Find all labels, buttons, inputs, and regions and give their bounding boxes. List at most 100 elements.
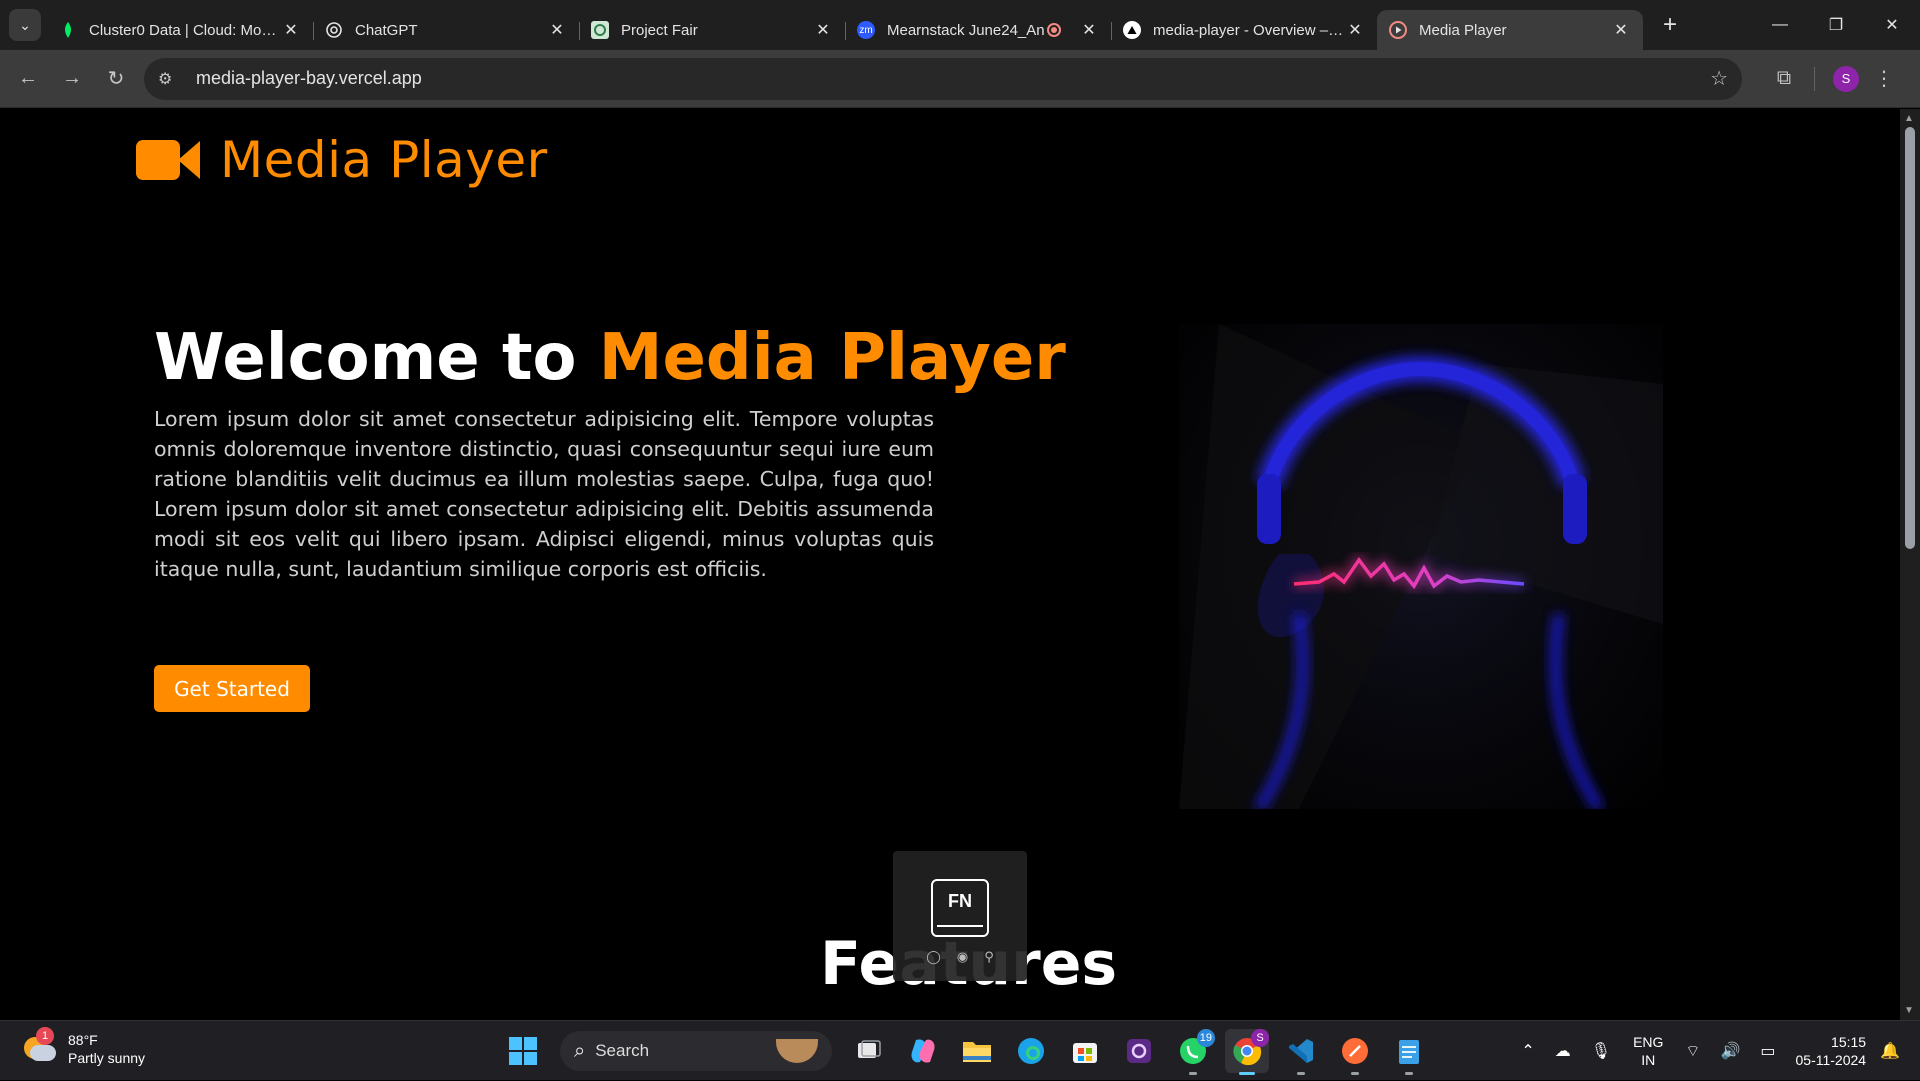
window-close-icon[interactable]: ✕ [1864, 0, 1920, 50]
chrome-icon[interactable]: S [1225, 1029, 1269, 1075]
chrome-profile-badge: S [1251, 1029, 1269, 1047]
taskbar-apps: ⌕ Search 19 S [496, 1029, 1436, 1075]
tab-chatgpt[interactable]: ChatGPT ✕ [313, 10, 579, 50]
close-icon[interactable]: ✕ [1611, 20, 1631, 40]
fn-key-overlay: FN ◯ ◉ ⚲ [893, 851, 1027, 981]
new-tab-button[interactable]: + [1655, 11, 1685, 39]
profile-avatar[interactable]: S [1833, 65, 1859, 92]
search-placeholder: Search [595, 1041, 650, 1060]
search-highlight-icon [776, 1039, 818, 1063]
url-text[interactable]: media-player-bay.vercel.app [196, 68, 1710, 89]
vercel-triangle-icon [1123, 21, 1141, 39]
tab-search-button[interactable]: ⌄ [9, 9, 41, 41]
fn-key-icon: FN [931, 879, 989, 937]
hero-description: Lorem ipsum dolor sit amet consectetur a… [154, 407, 934, 581]
notification-badge: 1 [36, 1027, 54, 1045]
scroll-thumb[interactable] [1905, 127, 1915, 549]
back-icon[interactable]: ← [6, 57, 50, 101]
scroll-up-icon[interactable]: ▲ [1904, 113, 1914, 124]
media-player-icon [1389, 21, 1407, 39]
comment-icon: ◯ [926, 949, 941, 964]
tab-title: Project Fair [621, 21, 698, 39]
running-indicator [1405, 1072, 1413, 1075]
close-icon[interactable]: ✕ [281, 20, 301, 40]
more-menu-icon[interactable]: ⋮ [1869, 66, 1899, 91]
scroll-down-icon[interactable]: ▼ [1904, 1005, 1914, 1016]
window-controls: — ❐ ✕ [1752, 0, 1920, 50]
close-icon[interactable]: ✕ [813, 20, 833, 40]
close-icon[interactable]: ✕ [1345, 20, 1365, 40]
onedrive-cloud-icon[interactable]: ☁ [1555, 1041, 1571, 1061]
tab-title: Cluster0 Data | Cloud: MongoDB Cloud [89, 21, 281, 39]
close-icon[interactable]: ✕ [547, 20, 567, 40]
tab-media-player[interactable]: Media Player ✕ [1377, 10, 1643, 50]
tab-project-fair[interactable]: Project Fair ✕ [579, 10, 845, 50]
whatsapp-badge: 19 [1196, 1029, 1215, 1047]
copilot-icon[interactable] [901, 1029, 945, 1073]
bookmark-star-icon[interactable]: ☆ [1710, 66, 1728, 91]
pin-icon: ⚲ [984, 949, 994, 964]
site-info-icon[interactable]: ⚙ [158, 69, 182, 89]
vscode-icon[interactable] [1279, 1029, 1323, 1075]
chatgpt-icon [325, 21, 343, 39]
chevron-up-icon[interactable]: ⌃ [1521, 1041, 1534, 1061]
tabs-container: Cluster0 Data | Cloud: MongoDB Cloud ✕ C… [47, 0, 1643, 50]
weather-temp: 88°F [68, 1032, 98, 1048]
tab-zoom-meeting[interactable]: zm Mearnstack June24_An ✕ [845, 10, 1111, 50]
forward-icon[interactable]: → [50, 57, 94, 101]
tab-vercel[interactable]: media-player - Overview – Vercel ✕ [1111, 10, 1377, 50]
volume-icon[interactable]: 🔊 [1720, 1041, 1740, 1061]
project-fair-icon [591, 21, 609, 39]
postman-icon[interactable] [1333, 1029, 1377, 1075]
weather-text: 88°F Partly sunny [68, 1031, 145, 1067]
chevron-down-icon: ⌄ [19, 16, 31, 33]
tab-title: Mearnstack June24_An [887, 21, 1045, 39]
get-started-button[interactable]: Get Started [154, 665, 310, 712]
close-icon[interactable]: ✕ [1079, 20, 1099, 40]
page-viewport: Media Player Welcome to Media Player Lor… [0, 109, 1900, 1020]
clock-time: 15:15 [1831, 1034, 1867, 1050]
running-indicator [1297, 1072, 1305, 1075]
mongodb-leaf-icon [59, 21, 77, 39]
taskbar-search[interactable]: ⌕ Search [560, 1031, 832, 1071]
language-line2: IN [1641, 1052, 1656, 1068]
wifi-icon[interactable]: ⌔ [1685, 1041, 1700, 1061]
hero-title-accent: Media Player [598, 321, 1066, 395]
minimize-icon[interactable]: — [1752, 0, 1808, 50]
extensions-icon[interactable]: ⧉ [1762, 57, 1806, 101]
reload-icon[interactable]: ↻ [94, 57, 138, 101]
restore-icon[interactable]: ❐ [1808, 0, 1864, 50]
notepad-icon[interactable] [1387, 1029, 1431, 1075]
vertical-scrollbar[interactable]: ▲ ▼ [1900, 109, 1920, 1020]
notification-bell-icon[interactable]: 🔔 [1880, 1041, 1900, 1061]
weather-widget[interactable]: 1 88°F Partly sunny [22, 1027, 145, 1067]
running-indicator [1239, 1072, 1255, 1075]
task-view-icon[interactable] [847, 1029, 891, 1073]
tab-title: media-player - Overview – Vercel [1153, 21, 1345, 39]
app-icon[interactable] [1117, 1029, 1161, 1073]
site-brand[interactable]: Media Player [136, 131, 548, 189]
overlay-icons: ◯ ◉ ⚲ [926, 949, 993, 965]
browser-toolbar: ← → ↻ ⚙ media-player-bay.vercel.app ☆ ⧉ … [0, 50, 1920, 108]
file-explorer-icon[interactable] [955, 1029, 999, 1073]
language-line1: ENG [1633, 1034, 1664, 1050]
tab-title: ChatGPT [355, 21, 418, 39]
battery-icon[interactable]: ▭ [1760, 1041, 1775, 1061]
language-indicator[interactable]: ENG IN [1633, 1033, 1663, 1069]
microsoft-store-icon[interactable] [1063, 1029, 1107, 1073]
microphone-icon[interactable]: 🎙 [1591, 1041, 1611, 1061]
brand-name: Media Player [220, 131, 548, 189]
address-bar[interactable]: ⚙ media-player-bay.vercel.app ☆ [144, 57, 1742, 100]
tab-strip: ⌄ Cluster0 Data | Cloud: MongoDB Cloud ✕… [0, 0, 1920, 50]
whatsapp-icon[interactable]: 19 [1171, 1029, 1215, 1075]
windows-logo-icon [509, 1037, 537, 1065]
clock[interactable]: 15:15 05-11-2024 [1796, 1033, 1867, 1069]
tab-mongodb[interactable]: Cluster0 Data | Cloud: MongoDB Cloud ✕ [47, 10, 313, 50]
running-indicator [1189, 1072, 1197, 1075]
zoom-icon: zm [857, 21, 875, 39]
edge-icon[interactable] [1009, 1029, 1053, 1073]
start-button[interactable] [501, 1029, 545, 1073]
hero-title: Welcome to Media Player [154, 321, 1066, 395]
recording-icon [1047, 23, 1061, 37]
toolbar-divider [1814, 66, 1815, 91]
